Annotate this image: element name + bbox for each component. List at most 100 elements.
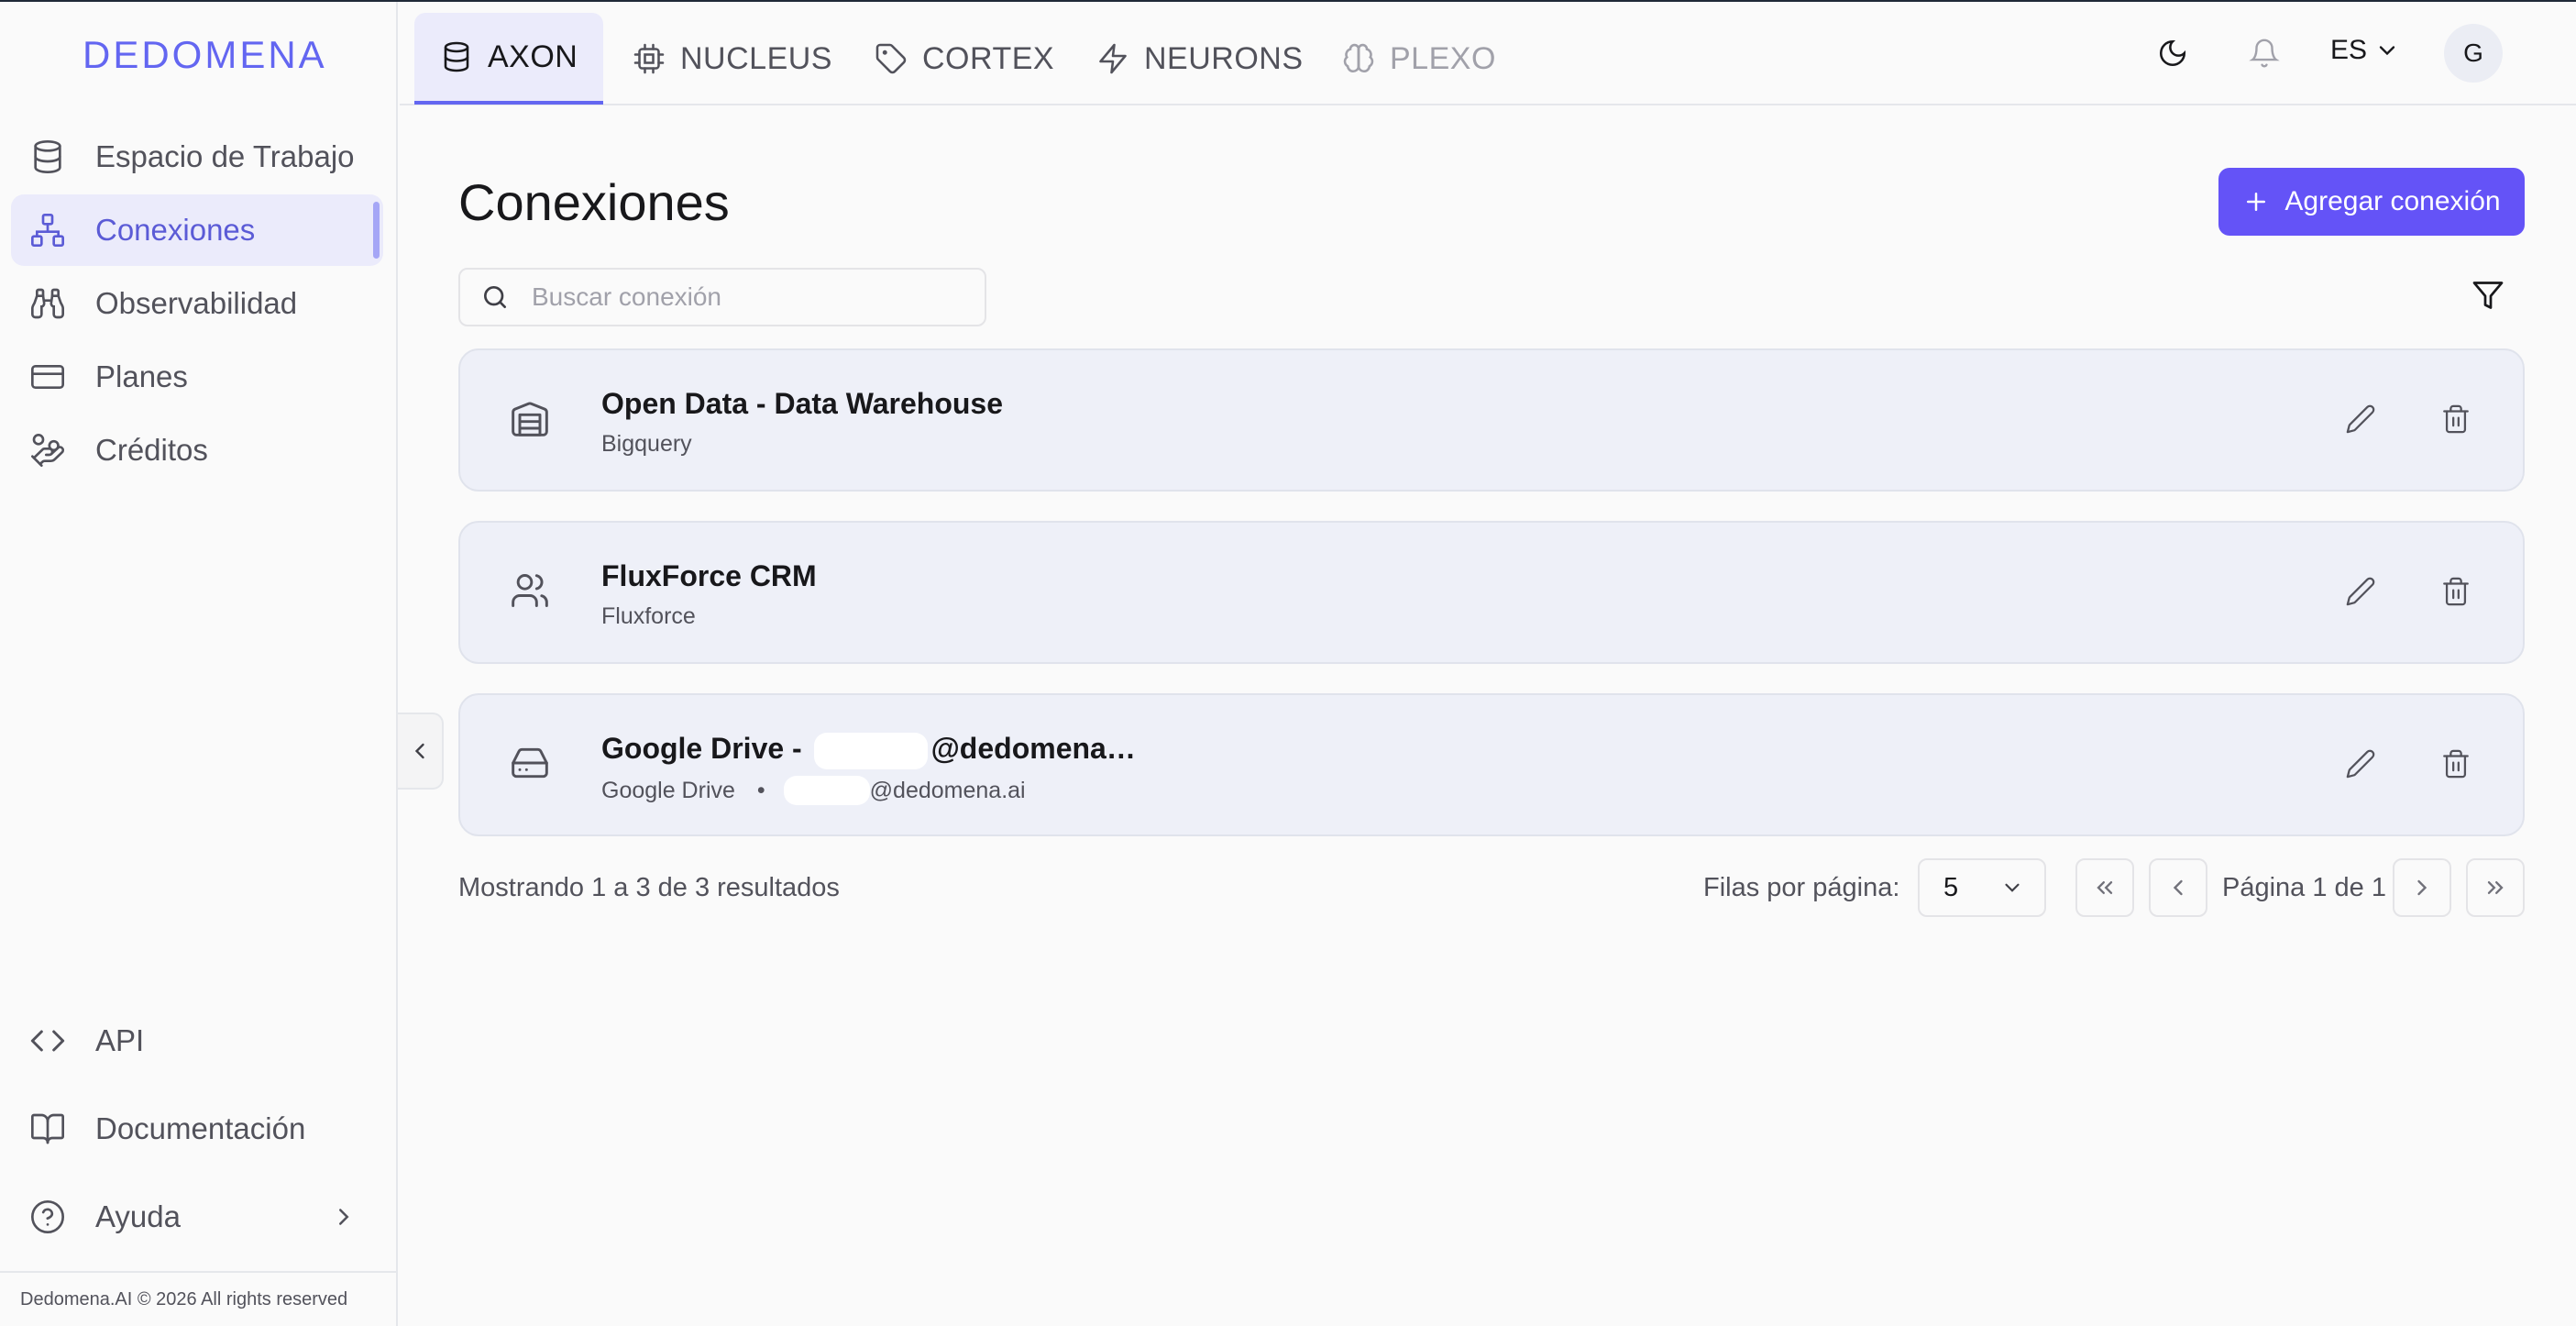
- next-page-button[interactable]: [2393, 858, 2451, 917]
- hand-coins-icon: [28, 430, 68, 470]
- edit-connection-button[interactable]: [2345, 576, 2382, 613]
- sidebar-item-label: Conexiones: [95, 213, 256, 247]
- chevron-down-icon: [2005, 883, 2020, 892]
- sidebar-item-documentation[interactable]: Documentación: [11, 1093, 383, 1165]
- sidebar-item-plans[interactable]: Planes: [11, 341, 383, 413]
- tab-label: NUCLEUS: [680, 40, 832, 76]
- connection-type-label: Google Drive: [601, 777, 735, 803]
- delete-connection-button[interactable]: [2440, 748, 2477, 785]
- previous-page-button[interactable]: [2149, 858, 2207, 917]
- connection-name: Open Data - Data Warehouse: [601, 387, 1004, 420]
- sidebar-item-label: Espacio de Trabajo: [95, 139, 355, 173]
- tab-cortex[interactable]: CORTEX: [849, 13, 1080, 105]
- sidebar-item-label: Planes: [95, 359, 188, 393]
- hard-drive-icon: [510, 743, 554, 787]
- tab-neurons[interactable]: NEURONS: [1071, 13, 1329, 105]
- add-connection-button[interactable]: Agregar conexión: [2218, 168, 2525, 236]
- brand-logo[interactable]: DEDOMENA: [83, 33, 327, 77]
- connection-name: FluxForce CRM: [601, 559, 817, 592]
- credit-card-icon: [28, 357, 68, 397]
- binoculars-icon: [28, 283, 68, 324]
- tab-label: NEURONS: [1144, 40, 1304, 76]
- help-circle-icon: [28, 1197, 68, 1237]
- first-page-button[interactable]: [2075, 858, 2134, 917]
- results-summary: Mostrando 1 a 3 de 3 resultados: [458, 873, 840, 902]
- sidebar-item-label: API: [95, 1023, 145, 1057]
- connection-card[interactable]: FluxForce CRM Fluxforce: [458, 521, 2525, 664]
- collapse-sidebar-button[interactable]: [398, 713, 444, 790]
- search-input[interactable]: [532, 282, 972, 312]
- tab-axon[interactable]: AXON: [414, 13, 604, 105]
- sidebar-item-workspace[interactable]: Espacio de Trabajo: [11, 121, 383, 193]
- delete-connection-button[interactable]: [2440, 576, 2477, 613]
- connection-type: Bigquery: [601, 431, 692, 457]
- pencil-icon: [2346, 404, 2375, 434]
- edit-connection-button[interactable]: [2345, 403, 2382, 440]
- sidebar-item-label: Ayuda: [95, 1199, 181, 1233]
- connection-type: Google Drive • @dedomena.ai: [601, 776, 1026, 805]
- sidebar-item-help[interactable]: Ayuda: [11, 1181, 383, 1253]
- theme-toggle-button[interactable]: [2154, 35, 2191, 72]
- chevron-left-icon: [414, 743, 424, 759]
- user-avatar[interactable]: G: [2444, 24, 2503, 83]
- sidebar-item-label: Créditos: [95, 433, 208, 467]
- connection-type: Fluxforce: [601, 603, 696, 629]
- book-icon: [28, 1109, 68, 1149]
- trash-icon: [2443, 749, 2469, 779]
- rows-per-page-select[interactable]: 5: [1918, 858, 2046, 917]
- add-connection-label: Agregar conexión: [2284, 186, 2501, 216]
- filter-icon: [2472, 282, 2504, 309]
- connection-name: Google Drive - @dedomena…: [601, 732, 1136, 769]
- connection-name-suffix: @dedomena…: [930, 732, 1136, 765]
- trash-icon: [2443, 577, 2469, 606]
- sidebar-item-credits[interactable]: Créditos: [11, 414, 383, 486]
- last-page-button[interactable]: [2466, 858, 2525, 917]
- rows-per-page-value: 5: [1943, 872, 1959, 902]
- sidebar-item-connections[interactable]: Conexiones: [11, 194, 383, 266]
- connection-card[interactable]: Google Drive - @dedomena… Google Drive •…: [458, 693, 2525, 836]
- notifications-button[interactable]: [2246, 35, 2283, 72]
- edit-connection-button[interactable]: [2345, 748, 2382, 785]
- delete-connection-button[interactable]: [2440, 403, 2477, 440]
- separator-dot: •: [756, 777, 765, 803]
- chevron-right-icon: [339, 1209, 349, 1225]
- connection-card[interactable]: Open Data - Data Warehouse Bigquery: [458, 348, 2525, 492]
- moon-icon: [2159, 39, 2186, 67]
- connection-account: @dedomena.ai: [869, 777, 1026, 803]
- filter-button[interactable]: [2471, 279, 2508, 315]
- brain-icon: [1343, 43, 1374, 73]
- page-title: Conexiones: [458, 173, 730, 231]
- sidebar-item-label: Documentación: [95, 1111, 306, 1145]
- pencil-icon: [2346, 749, 2375, 779]
- tab-nucleus[interactable]: NUCLEUS: [607, 13, 858, 105]
- chevron-right-icon: [2417, 879, 2427, 896]
- bell-icon: [2249, 39, 2280, 68]
- sidebar-item-api[interactable]: API: [11, 1005, 383, 1077]
- code-icon: [28, 1021, 68, 1061]
- sidebar-item-label: Observabilidad: [95, 286, 298, 320]
- pencil-icon: [2346, 577, 2375, 606]
- rows-per-page-label: Filas por página:: [1703, 873, 1900, 902]
- users-icon: [510, 570, 554, 614]
- redacted-text: [783, 776, 870, 805]
- zap-icon: [1099, 43, 1127, 74]
- chevron-left-icon: [2173, 879, 2183, 896]
- language-selector[interactable]: ES: [2330, 35, 2400, 66]
- redacted-text: [813, 732, 928, 769]
- tab-plexo[interactable]: PLEXO: [1316, 13, 1522, 105]
- sidebar-item-observability[interactable]: Observabilidad: [11, 268, 383, 339]
- trash-icon: [2443, 404, 2469, 434]
- page-indicator: Página 1 de 1: [2222, 873, 2386, 902]
- network-icon: [28, 210, 68, 250]
- cpu-icon: [633, 43, 665, 74]
- plus-icon: [2247, 193, 2266, 211]
- search-icon: [484, 286, 506, 308]
- tab-label: CORTEX: [922, 40, 1055, 76]
- search-box: [458, 268, 986, 326]
- top-bar: AXON NUCLEUS CORTEX NEURONS PLEXO ES G: [400, 2, 2576, 105]
- chevrons-right-icon: [2487, 881, 2504, 894]
- tag-icon: [875, 43, 907, 74]
- database-icon: [28, 137, 68, 177]
- tab-label: PLEXO: [1390, 40, 1496, 76]
- chevron-down-icon: [2379, 46, 2395, 56]
